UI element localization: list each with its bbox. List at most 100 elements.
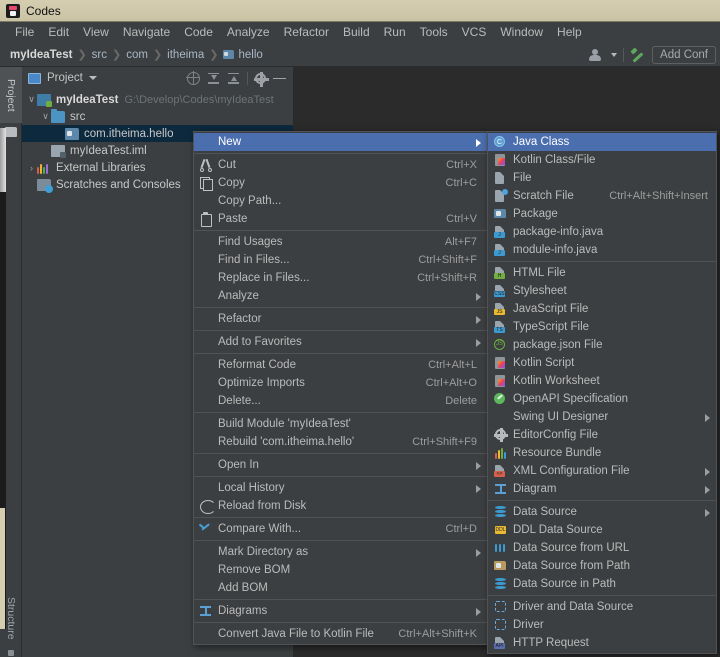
new-submenu-item-data-source-in-path[interactable]: Data Source in Path [488,575,716,593]
context-menu-item-label: Reformat Code [218,359,296,371]
context-menu-item-shortcut: Ctrl+Alt+Shift+K [398,628,477,640]
menubar-item-navigate[interactable]: Navigate [116,23,177,41]
context-menu-item-refactor[interactable]: Refactor [194,310,487,328]
new-submenu-item-kotlin-script[interactable]: Kotlin Script [488,354,716,372]
menubar-item-file[interactable]: File [8,23,41,41]
new-submenu-item-package[interactable]: Package [488,205,716,223]
breadcrumb-item-project[interactable]: myIdeaTest [10,49,72,61]
add-configuration-button[interactable]: Add Conf [652,46,716,64]
new-submenu-item-package-info-java[interactable]: Jpackage-info.java [488,223,716,241]
context-menu-item-local-history[interactable]: Local History [194,479,487,497]
breadcrumb-item-com[interactable]: com [126,49,148,61]
menubar-item-window[interactable]: Window [493,23,550,41]
build-hammer-icon[interactable] [630,47,646,63]
context-menu-item-add-bom[interactable]: Add BOM [194,579,487,597]
new-submenu-item-driver-and-data-source[interactable]: Driver and Data Source [488,598,716,616]
context-menu-item-optimize-imports[interactable]: Optimize Imports Ctrl+Alt+O [194,374,487,392]
new-submenu-item-scratch-file[interactable]: Scratch File Ctrl+Alt+Shift+Insert [488,187,716,205]
new-submenu-item-resource-bundle[interactable]: Resource Bundle [488,444,716,462]
new-submenu-item-java-class[interactable]: C Java Class [488,133,716,151]
context-menu-item-rebuild-com-itheima-hello[interactable]: Rebuild 'com.itheima.hello' Ctrl+Shift+F9 [194,433,487,451]
new-submenu-item-swing-ui-designer[interactable]: Swing UI Designer [488,408,716,426]
context-menu-item-paste[interactable]: Paste Ctrl+V [194,210,487,228]
context-menu-item-reload-from-disk[interactable]: Reload from Disk [194,497,487,515]
context-menu-item-mark-directory-as[interactable]: Mark Directory as [194,543,487,561]
context-menu-item-convert-java-file-to-kotlin-file[interactable]: Convert Java File to Kotlin File Ctrl+Alt… [194,625,487,643]
new-submenu-item-xml-configuration-file[interactable]: <> XML Configuration File [488,462,716,480]
new-submenu-item-kotlin-class-file[interactable]: Kotlin Class/File [488,151,716,169]
context-menu-item-add-to-favorites[interactable]: Add to Favorites [194,333,487,351]
breadcrumb-item-itheima[interactable]: itheima [167,49,204,61]
context-menu-item-build-module-myideatest[interactable]: Build Module 'myIdeaTest' [194,415,487,433]
new-submenu-item-diagram[interactable]: Diagram [488,480,716,498]
java-class-icon: C [493,135,508,149]
new-submenu-item-driver[interactable]: Driver [488,616,716,634]
context-menu-item-diagrams[interactable]: Diagrams [194,602,487,620]
context-menu-item-cut[interactable]: Cut Ctrl+X [194,156,487,174]
new-submenu-item-data-source[interactable]: Data Source [488,503,716,521]
menu-icon-placeholder [198,563,214,577]
collapse-all-icon[interactable] [227,72,240,85]
context-menu-item-open-in[interactable]: Open In [194,456,487,474]
new-submenu-item-package-json-file[interactable]: JS package.json File [488,336,716,354]
context-menu-item-label: Diagrams [218,605,268,617]
window-title: Codes [26,3,61,18]
context-menu-item-delete[interactable]: Delete... Delete [194,392,487,410]
context-menu-item-shortcut: Ctrl+V [446,213,477,225]
new-submenu-item-data-source-from-path[interactable]: Data Source from Path [488,557,716,575]
new-submenu-item-http-request[interactable]: API HTTP Request [488,634,716,652]
menubar-item-refactor[interactable]: Refactor [277,23,336,41]
chevron-down-icon[interactable] [611,53,618,57]
scroll-from-source-icon[interactable] [186,70,200,85]
tree-node-myideatest[interactable]: ∨ myIdeaTest G:\Develop\Codes\myIdeaTest [22,91,293,108]
context-menu-item-remove-bom[interactable]: Remove BOM [194,561,487,579]
new-submenu-item-module-info-java[interactable]: Jmodule-info.java [488,241,716,259]
new-submenu-item-ddl-data-source[interactable]: DDL DDL Data Source [488,521,716,539]
new-submenu-item-kotlin-worksheet[interactable]: Kotlin Worksheet [488,372,716,390]
new-submenu-item-editorconfig-file[interactable]: EditorConfig File [488,426,716,444]
breadcrumb-item-src[interactable]: src [92,49,107,61]
tree-node-src[interactable]: ∨ src [22,108,293,125]
chevron-down-icon[interactable] [88,76,97,80]
context-menu-item-compare-with[interactable]: Compare With... Ctrl+D [194,520,487,538]
expand-all-icon[interactable] [207,72,220,85]
menubar-item-code[interactable]: Code [177,23,220,41]
gear-icon[interactable] [254,71,270,87]
minimize-icon[interactable] [273,72,286,85]
menubar-item-build[interactable]: Build [336,23,377,41]
new-submenu-item-javascript-file[interactable]: JS JavaScript File [488,300,716,318]
menubar-item-vcs[interactable]: VCS [455,23,494,41]
context-menu-item-copy[interactable]: Copy Ctrl+C [194,174,487,192]
context-menu-item-find-in-files[interactable]: Find in Files... Ctrl+Shift+F [194,251,487,269]
new-submenu-item-typescript-file[interactable]: TS TypeScript File [488,318,716,336]
context-menu-item-label: Paste [218,213,248,225]
menubar-item-help[interactable]: Help [550,23,589,41]
tool-window-button-project[interactable]: Project [0,67,22,123]
breadcrumb-item-hello[interactable]: hello [238,49,262,61]
context-menu-item-copy-path[interactable]: Copy Path... [194,192,487,210]
context-menu-item-reformat-code[interactable]: Reformat Code Ctrl+Alt+L [194,356,487,374]
new-submenu-item-data-source-from-url[interactable]: Data Source from URL [488,539,716,557]
new-submenu-item-openapi-specification[interactable]: OpenAPI Specification [488,390,716,408]
scratches-icon [37,178,53,193]
context-menu-item-new[interactable]: New [194,133,487,151]
new-submenu-item-file[interactable]: File [488,169,716,187]
context-menu-item-analyze[interactable]: Analyze [194,287,487,305]
context-menu-item-find-usages[interactable]: Find Usages Alt+F7 [194,233,487,251]
context-menu-item-label: Compare With... [218,523,302,535]
menubar-item-view[interactable]: View [76,23,116,41]
menubar-item-tools[interactable]: Tools [413,23,455,41]
tree-expand-arrow-icon[interactable]: ∨ [26,94,37,105]
menubar-item-analyze[interactable]: Analyze [220,23,277,41]
tree-expand-arrow-icon[interactable]: › [26,163,37,173]
left-scrollbar-thumb[interactable] [0,128,6,192]
left-scrollbar-track[interactable] [0,128,6,629]
menubar-item-run[interactable]: Run [377,23,413,41]
user-account-icon[interactable] [589,48,605,62]
context-menu-item-replace-in-files[interactable]: Replace in Files... Ctrl+Shift+R [194,269,487,287]
tree-expand-arrow-icon[interactable]: ∨ [40,111,51,122]
new-submenu-item-stylesheet[interactable]: CSS Stylesheet [488,282,716,300]
menubar-item-edit[interactable]: Edit [41,23,76,41]
new-submenu-item-html-file[interactable]: H HTML File [488,264,716,282]
context-menu-item-label: Refactor [218,313,262,325]
